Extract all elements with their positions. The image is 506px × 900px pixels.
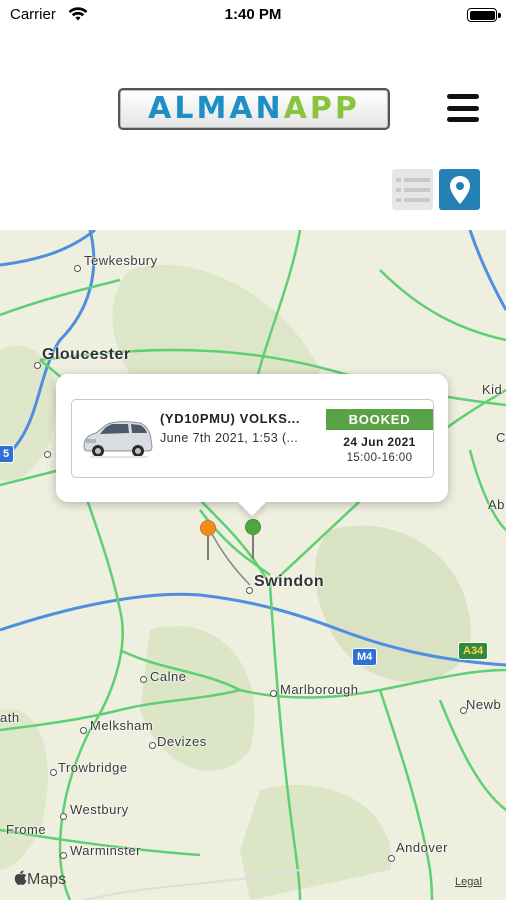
apple-logo-icon	[14, 870, 27, 885]
place-dot	[140, 676, 147, 683]
booking-created-date: June 7th 2021, 1:53 (...	[160, 431, 299, 445]
place-calne: Calne	[150, 669, 187, 684]
list-view-button[interactable]	[392, 169, 433, 210]
place-dot	[80, 727, 87, 734]
booking-date: 24 Jun 2021	[343, 435, 416, 449]
legal-link[interactable]: Legal	[455, 876, 482, 888]
apple-maps-label: Maps	[27, 871, 67, 888]
place-tewkesbury: Tewkesbury	[84, 253, 158, 268]
place-dot	[44, 451, 51, 458]
place-swindon: Swindon	[254, 573, 325, 590]
car-image-icon	[78, 411, 156, 465]
clock: 1:40 PM	[224, 6, 282, 23]
logo-text-app: APP	[283, 91, 360, 126]
place-devizes: Devizes	[157, 734, 207, 749]
place-dot	[50, 769, 57, 776]
booking-time-range: 15:00-16:00	[346, 452, 413, 464]
place-dot	[74, 265, 81, 272]
battery-icon	[467, 8, 501, 22]
vehicle-pin-green[interactable]	[245, 519, 261, 559]
map-view-button[interactable]	[439, 169, 480, 210]
place-dot	[34, 362, 41, 369]
road-shield-m4: M4	[352, 648, 378, 666]
place-c-partial: C	[496, 430, 506, 445]
place-marlborough: Marlborough	[280, 682, 359, 697]
road-shield-partial: 5	[0, 445, 15, 463]
almanapp-logo: ALMANAPP	[118, 88, 390, 130]
apple-maps-attribution: Maps	[14, 870, 66, 889]
place-trowbridge: Trowbridge	[58, 760, 128, 775]
list-view-icon	[395, 177, 430, 202]
place-melksham: Melksham	[90, 718, 154, 733]
place-warminster: Warminster	[70, 843, 141, 858]
place-kid-partial: Kid	[482, 382, 503, 397]
booking-vehicle-title: (YD10PMU) VOLKS...	[160, 411, 301, 426]
place-bath-partial: ath	[0, 710, 20, 725]
place-dot	[388, 855, 395, 862]
place-westbury: Westbury	[70, 802, 129, 817]
map-roads	[0, 230, 506, 900]
road-shield-a34: A34	[458, 642, 489, 660]
place-frome: Frome	[6, 822, 47, 837]
hamburger-menu-icon[interactable]	[447, 94, 479, 122]
place-dot	[246, 587, 253, 594]
status-bar: Carrier 1:40 PM	[0, 0, 506, 30]
place-dot	[270, 690, 277, 697]
logo-text-alman: ALMAN	[148, 91, 284, 126]
map-pin-icon	[449, 175, 470, 204]
place-ab-partial: Ab	[488, 497, 505, 512]
booking-callout: (YD10PMU) VOLKS... June 7th 2021, 1:53 (…	[56, 374, 448, 517]
place-newb-partial: Newb	[466, 697, 502, 712]
place-dot	[60, 813, 67, 820]
map-view[interactable]: Tewkesbury Gloucester Kid C Ab Swindon C…	[0, 230, 506, 900]
place-dot	[60, 852, 67, 859]
place-dot	[149, 742, 156, 749]
place-gloucester: Gloucester	[42, 346, 131, 363]
vehicle-pin-orange[interactable]	[200, 520, 216, 560]
place-andover: Andover	[396, 840, 448, 855]
booking-card[interactable]: (YD10PMU) VOLKS... June 7th 2021, 1:53 (…	[71, 399, 434, 478]
status-badge: BOOKED	[326, 409, 433, 430]
